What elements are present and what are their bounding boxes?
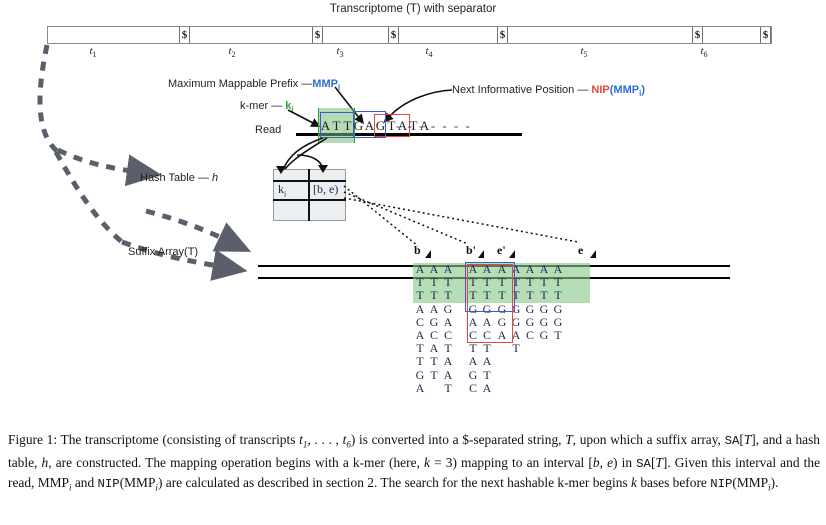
suffix-cell-2-3: G xyxy=(443,301,453,316)
suffix-cell-1-7: T xyxy=(430,354,438,369)
suffix-cell-7-8 xyxy=(523,369,537,382)
suffix-cell-1-3: A xyxy=(429,301,439,316)
hash-table-hline-bottom xyxy=(273,199,346,201)
suffix-cell-2-2: T xyxy=(444,288,452,303)
suffix-cell-0-7: T xyxy=(416,354,424,369)
read-base-0: A xyxy=(320,118,331,133)
suffix-cell-1-9 xyxy=(427,382,441,395)
suffix-cell-8-2: T xyxy=(540,288,548,303)
suffix-matrix-column-8: ATTGGG xyxy=(537,262,551,395)
hash-table-value: [b, e) xyxy=(313,182,339,196)
suffix-cell-6-9 xyxy=(509,382,523,395)
suffix-array-label: Suffix Array(T) xyxy=(128,246,199,258)
separator-6: $ xyxy=(760,27,771,43)
suffix-cell-6-7 xyxy=(509,355,523,368)
kmer-to-hash-curve xyxy=(296,154,328,173)
suffix-cell-7-9 xyxy=(523,382,537,395)
suffix-cell-8-7 xyxy=(537,355,551,368)
suffix-matrix-column-0: ATTACATTGA xyxy=(413,262,427,395)
suffix-cell-9-2: T xyxy=(554,288,562,303)
suffix-cell-2-7: A xyxy=(443,354,453,369)
transcript-label-t5: t5 xyxy=(580,45,588,60)
suffix-cell-8-8 xyxy=(537,369,551,382)
suffix-cell-7-7 xyxy=(523,355,537,368)
suffix-cell-3-7: A xyxy=(468,354,478,369)
read-base-5: G xyxy=(375,118,386,133)
suffix-cell-2-8: A xyxy=(443,367,453,382)
suffix-matrix-column-7: ATTGGC xyxy=(523,262,537,395)
separator-4: $ xyxy=(497,27,508,43)
separator-3: $ xyxy=(388,27,399,43)
separator-5: $ xyxy=(692,27,703,43)
separator-2: $ xyxy=(312,27,323,43)
read-base-3: G xyxy=(353,118,364,133)
suffix-cell-9-3: G xyxy=(553,301,563,316)
figure-caption: Figure 1: The transcriptome (consisting … xyxy=(8,432,821,493)
figure-root: Transcriptome (T) with separator $ $ $ $… xyxy=(0,0,826,525)
read-base-2: T xyxy=(343,118,352,133)
suffix-cell-5-8 xyxy=(495,369,509,382)
read-base-1: T xyxy=(332,118,341,133)
transcript-label-t4: t4 xyxy=(425,45,433,60)
suffix-cell-4-9: A xyxy=(482,380,492,395)
read-base-4: A xyxy=(364,118,375,133)
transcriptome-title: Transcriptome (T) with separator xyxy=(329,3,497,15)
read-trailing-dashes: - - - - - - - xyxy=(396,118,472,133)
suffix-cell-4-7: A xyxy=(482,354,492,369)
hash-table-label: Hash Table — h xyxy=(140,172,219,184)
suffix-cell-0-8: G xyxy=(415,367,425,382)
suffix-cell-9-7 xyxy=(551,355,565,368)
suffix-cell-9-9 xyxy=(551,382,565,395)
suffix-cell-0-9: A xyxy=(415,380,425,395)
suffix-cell-3-8: G xyxy=(468,367,478,382)
suffix-matrix-column-2: ATTGACTAAT xyxy=(441,262,455,395)
suffix-cell-3-9: C xyxy=(468,380,477,395)
suffix-cell-7-2: T xyxy=(526,288,534,303)
hash-table-key: ki xyxy=(278,182,287,199)
suffix-cell-1-2: T xyxy=(430,288,438,303)
suffix-cell-0-2: T xyxy=(416,288,424,303)
suffix-cell-5-7 xyxy=(495,355,509,368)
suffix-cell-4-8: T xyxy=(483,367,491,382)
suffix-cell-6-8 xyxy=(509,369,523,382)
suffix-cell-0-3: A xyxy=(415,301,425,316)
suffix-cell-1-8: T xyxy=(430,367,438,382)
suffix-cell-2-9: T xyxy=(444,380,452,395)
suffix-cell-7-3: G xyxy=(525,301,535,316)
suffix-matrix-column-1: ATTAGCATT xyxy=(427,262,441,395)
suffix-cell-8-3: G xyxy=(539,301,549,316)
transcript-label-t6: t6 xyxy=(700,45,708,60)
suffix-matrix-column-9: ATTGGT xyxy=(551,262,565,395)
suffix-matrix-red-box xyxy=(467,264,513,343)
transcript-label-t3: t3 xyxy=(336,45,344,60)
suffix-cell-9-8 xyxy=(551,369,565,382)
suffix-cell-8-9 xyxy=(537,382,551,395)
suffix-cell-5-9 xyxy=(495,382,509,395)
